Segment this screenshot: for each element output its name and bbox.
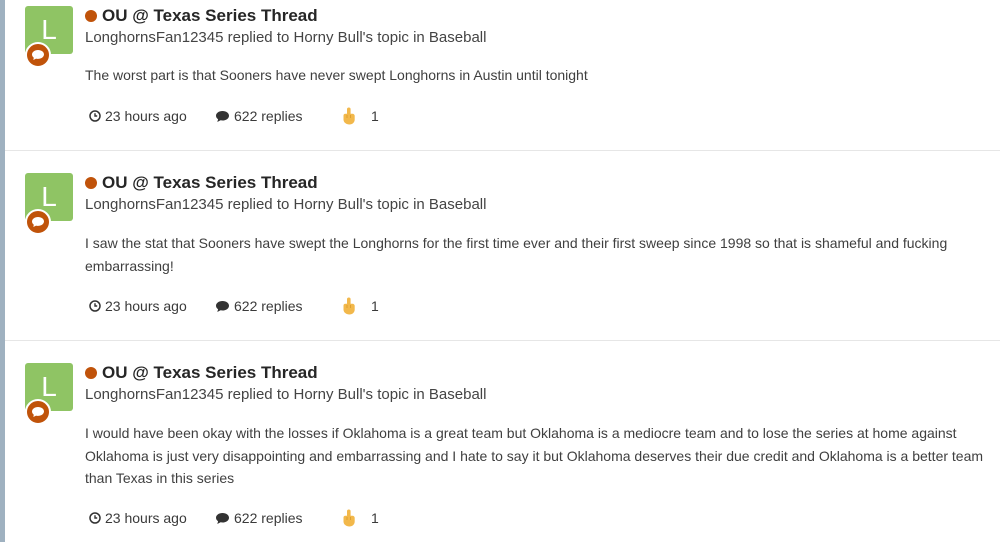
clock-icon <box>89 300 101 312</box>
reaction-summary[interactable]: 1 <box>339 296 379 316</box>
activity-item: L OU @ Texas Series Thread LonghornsFan1… <box>5 151 1000 340</box>
activity-stats: 23 hours ago 622 replies 1 <box>89 106 379 126</box>
hand-gesture-emoji-icon <box>343 107 355 125</box>
reaction-summary[interactable]: 1 <box>339 508 379 528</box>
activity-item: L OU @ Texas Series Thread LonghornsFan1… <box>5 341 1000 542</box>
timestamp[interactable]: 23 hours ago <box>89 298 215 314</box>
comment-badge-icon <box>25 399 51 425</box>
timestamp-text: 23 hours ago <box>105 510 187 526</box>
clock-icon <box>89 512 101 524</box>
timestamp[interactable]: 23 hours ago <box>89 510 215 526</box>
comment-icon <box>216 512 229 524</box>
post-snippet: The worst part is that Sooners have neve… <box>85 67 588 83</box>
hand-gesture-emoji-icon <box>343 509 355 527</box>
replies-count: 622 replies <box>215 108 339 124</box>
post-snippet: I would have been okay with the losses i… <box>85 425 984 486</box>
timestamp-text: 23 hours ago <box>105 108 187 124</box>
reaction-count: 1 <box>371 108 379 124</box>
topic-title-link[interactable]: OU @ Texas Series Thread <box>102 6 318 26</box>
replies-count: 622 replies <box>215 298 339 314</box>
post-snippet: I saw the stat that Sooners have swept t… <box>85 235 948 274</box>
unread-indicator <box>85 177 97 189</box>
comment-icon <box>216 300 229 312</box>
activity-stats: 23 hours ago 622 replies 1 <box>89 508 379 528</box>
activity-item: L OU @ Texas Series Thread LonghornsFan1… <box>5 0 1000 150</box>
comment-badge-icon <box>25 42 51 68</box>
comment-icon <box>216 110 229 122</box>
hand-gesture-emoji-icon <box>343 297 355 315</box>
topic-title-link[interactable]: OU @ Texas Series Thread <box>102 363 318 383</box>
activity-stats: 23 hours ago 622 replies 1 <box>89 296 379 316</box>
topic-title-link[interactable]: OU @ Texas Series Thread <box>102 173 318 193</box>
activity-meta: LonghornsFan12345 replied to Horny Bull'… <box>85 386 487 403</box>
replies-text: 622 replies <box>234 108 303 124</box>
timestamp-text: 23 hours ago <box>105 298 187 314</box>
replies-text: 622 replies <box>234 510 303 526</box>
unread-indicator <box>85 367 97 379</box>
comment-badge-icon <box>25 209 51 235</box>
reaction-summary[interactable]: 1 <box>339 106 379 126</box>
timestamp[interactable]: 23 hours ago <box>89 108 215 124</box>
replies-count: 622 replies <box>215 510 339 526</box>
replies-text: 622 replies <box>234 298 303 314</box>
unread-indicator <box>85 10 97 22</box>
activity-meta: LonghornsFan12345 replied to Horny Bull'… <box>85 29 487 46</box>
clock-icon <box>89 110 101 122</box>
activity-meta: LonghornsFan12345 replied to Horny Bull'… <box>85 196 487 213</box>
activity-feed: L OU @ Texas Series Thread LonghornsFan1… <box>5 0 1000 542</box>
reaction-count: 1 <box>371 298 379 314</box>
reaction-count: 1 <box>371 510 379 526</box>
